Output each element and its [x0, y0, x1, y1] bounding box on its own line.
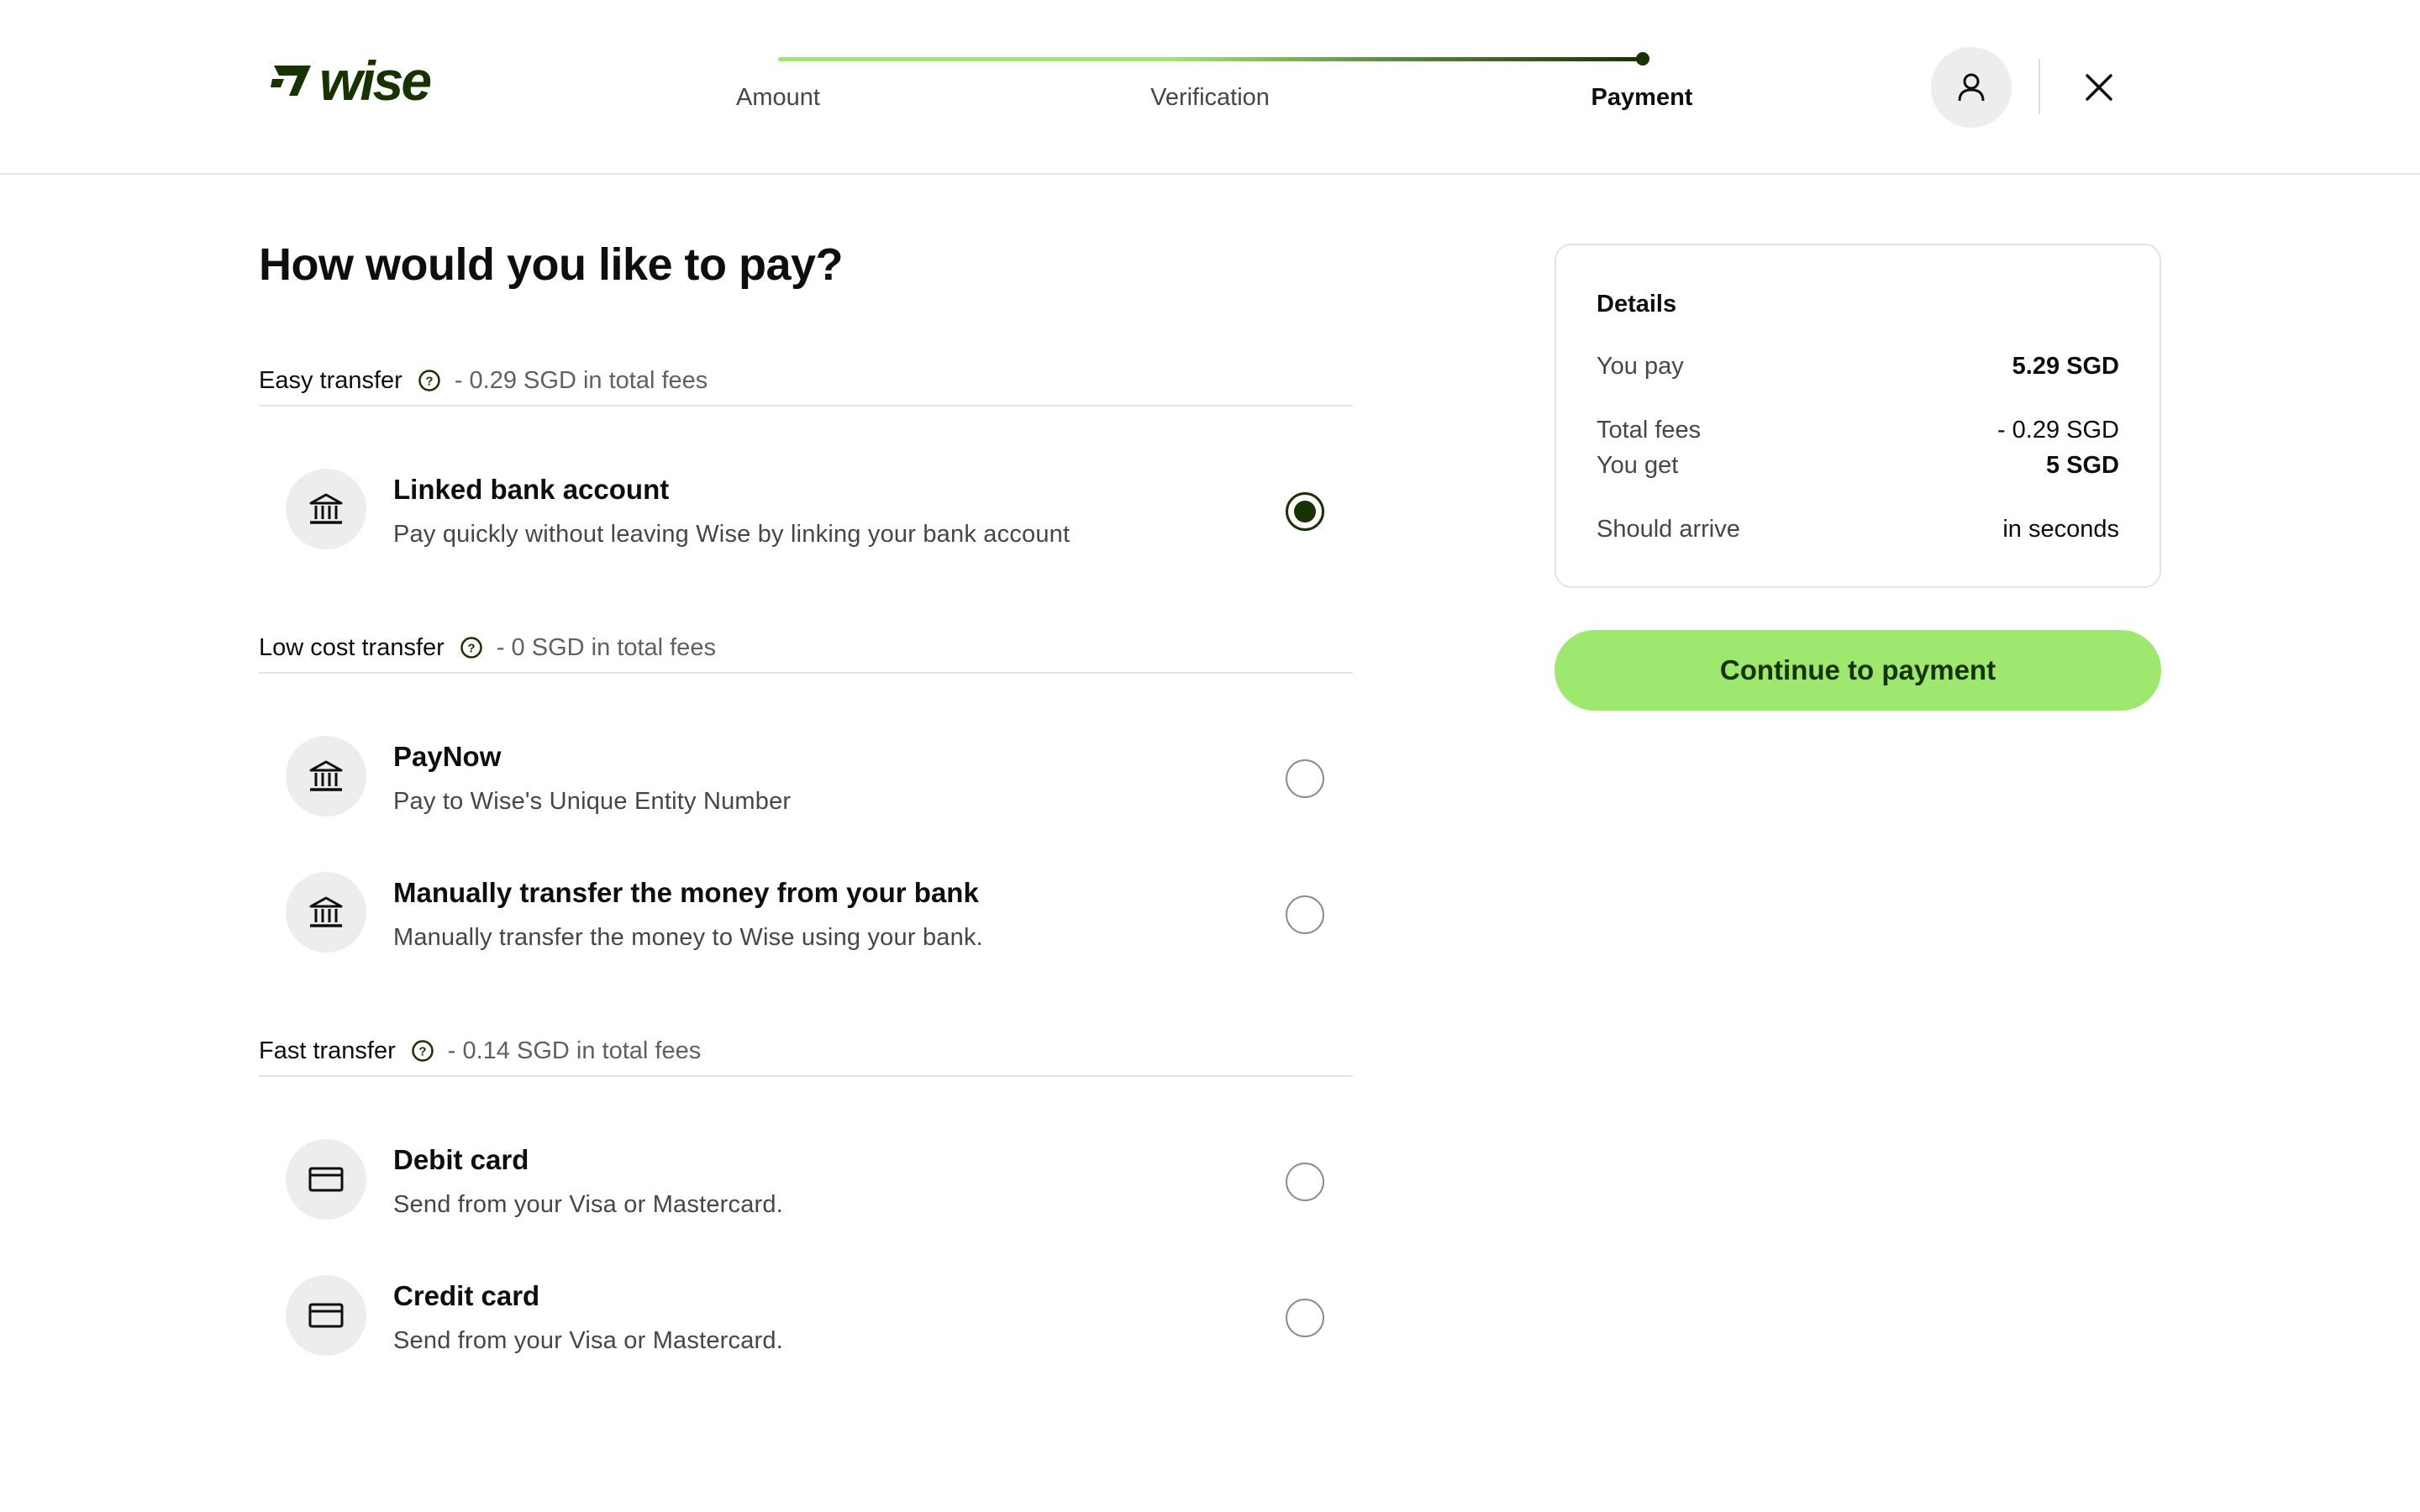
section-fees: - 0.14 SGD in total fees	[447, 1037, 702, 1064]
svg-text:?: ?	[425, 375, 433, 389]
section-fees: - 0 SGD in total fees	[496, 633, 716, 661]
radio-credit-card[interactable]	[1286, 1299, 1324, 1337]
header-divider	[2039, 59, 2040, 114]
you-pay-label: You pay	[1597, 353, 1684, 380]
radio-debit-card[interactable]	[1286, 1163, 1324, 1201]
option-debit-card[interactable]: Debit card Send from your Visa or Master…	[259, 1132, 1353, 1233]
option-paynow[interactable]: PayNow Pay to Wise's Unique Entity Numbe…	[259, 729, 1353, 830]
radio-manual-bank-transfer[interactable]	[1286, 895, 1324, 934]
svg-text:?: ?	[418, 1045, 426, 1059]
progress-line	[778, 57, 1642, 61]
details-card: Details You pay 5.29 SGD Total fees - 0.…	[1555, 244, 2161, 588]
option-description: Pay to Wise's Unique Entity Number	[393, 788, 792, 815]
page-title: How would you like to pay?	[259, 239, 844, 290]
continue-to-payment-button[interactable]: Continue to payment	[1555, 630, 2161, 711]
total-fees-label: Total fees	[1597, 417, 1702, 444]
option-title: PayNow	[393, 741, 502, 772]
progress-current-dot	[1636, 52, 1649, 66]
option-credit-card[interactable]: Credit card Send from your Visa or Maste…	[259, 1268, 1353, 1369]
option-description: Manually transfer the money to Wise usin…	[393, 924, 983, 951]
bank-icon	[286, 872, 366, 953]
section-title: Easy transfer	[259, 366, 402, 394]
bank-icon	[286, 469, 366, 549]
progress-stepper: Amount Verification Payment	[723, 49, 1714, 124]
top-header: wise Amount Verification Payment	[0, 0, 2420, 175]
wise-logo[interactable]: wise	[271, 50, 452, 112]
section-easy-transfer: Easy transfer ? - 0.29 SGD in total fees	[259, 356, 1353, 407]
card-icon	[286, 1139, 366, 1220]
help-icon[interactable]: ?	[418, 369, 441, 392]
radio-paynow[interactable]	[1286, 759, 1324, 798]
step-payment[interactable]: Payment	[1591, 84, 1693, 112]
close-icon	[2086, 74, 2112, 101]
card-icon	[286, 1275, 366, 1356]
option-title: Manually transfer the money from your ba…	[393, 877, 979, 908]
should-arrive-label: Should arrive	[1597, 516, 1740, 543]
you-pay-value: 5.29 SGD	[2012, 353, 2119, 380]
help-icon[interactable]: ?	[411, 1039, 434, 1063]
step-amount[interactable]: Amount	[736, 84, 820, 112]
you-get-value: 5 SGD	[2045, 452, 2119, 479]
svg-text:?: ?	[467, 642, 475, 656]
total-fees-value: - 0.29 SGD	[1996, 417, 2119, 444]
option-description: Pay quickly without leaving Wise by link…	[393, 521, 1071, 548]
option-description: Send from your Visa or Mastercard.	[393, 1191, 784, 1218]
option-linked-bank-account[interactable]: Linked bank account Pay quickly without …	[259, 462, 1353, 563]
wise-flag-icon	[271, 66, 311, 96]
section-title: Fast transfer	[259, 1037, 396, 1064]
step-verification[interactable]: Verification	[1150, 84, 1270, 112]
section-fees: - 0.29 SGD in total fees	[454, 366, 708, 394]
radio-linked-bank-account[interactable]	[1286, 492, 1324, 531]
wise-wordmark: wise	[319, 50, 432, 112]
option-title: Credit card	[393, 1280, 540, 1311]
option-title: Debit card	[393, 1144, 529, 1175]
details-title: Details	[1597, 291, 1677, 318]
payment-page: wise Amount Verification Payment How wou…	[0, 0, 2420, 1512]
account-button[interactable]	[1931, 47, 2012, 128]
you-get-label: You get	[1597, 452, 1679, 479]
section-low-cost-transfer: Low cost transfer ? - 0 SGD in total fee…	[259, 623, 1353, 674]
help-icon[interactable]: ?	[460, 636, 483, 659]
should-arrive-value: in seconds	[2002, 516, 2119, 543]
option-manual-bank-transfer[interactable]: Manually transfer the money from your ba…	[259, 865, 1353, 966]
close-button[interactable]	[2072, 60, 2126, 114]
user-icon	[1958, 73, 1985, 102]
section-title: Low cost transfer	[259, 633, 445, 661]
option-title: Linked bank account	[393, 474, 670, 505]
bank-icon	[286, 736, 366, 816]
option-description: Send from your Visa or Mastercard.	[393, 1327, 784, 1354]
section-fast-transfer: Fast transfer ? - 0.14 SGD in total fees	[259, 1026, 1353, 1077]
